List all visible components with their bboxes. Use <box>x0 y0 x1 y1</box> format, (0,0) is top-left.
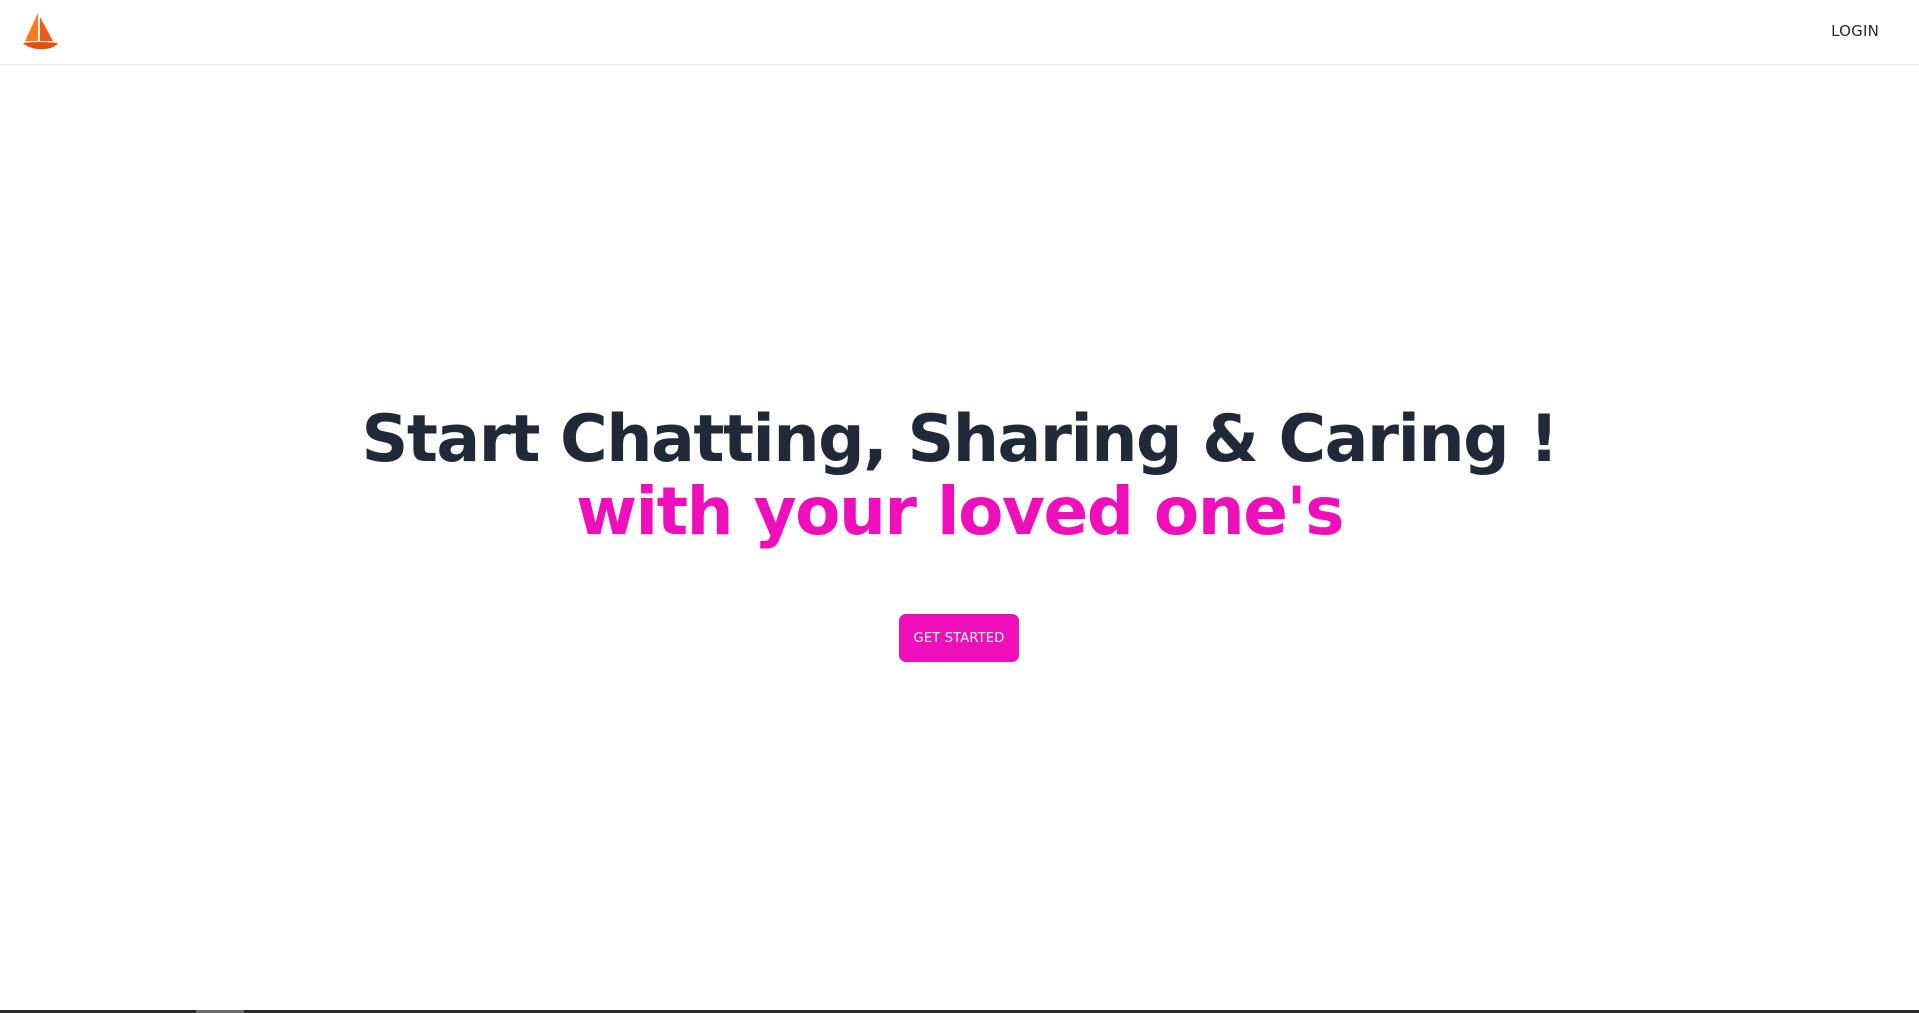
hero-section: Start Chatting, Sharing & Caring ! with … <box>0 404 1919 548</box>
hero-headline: Start Chatting, Sharing & Caring ! <box>361 402 1559 477</box>
sailboat-icon[interactable] <box>22 11 60 51</box>
hero-subheadline: with your loved one's <box>575 473 1345 550</box>
get-started-button[interactable]: GET STARTED <box>899 614 1019 662</box>
login-link[interactable]: LOGIN <box>1831 22 1879 40</box>
landing-page: LOGIN Start Chatting, Sharing & Caring !… <box>0 0 1919 1013</box>
top-navbar: LOGIN <box>0 0 1919 65</box>
